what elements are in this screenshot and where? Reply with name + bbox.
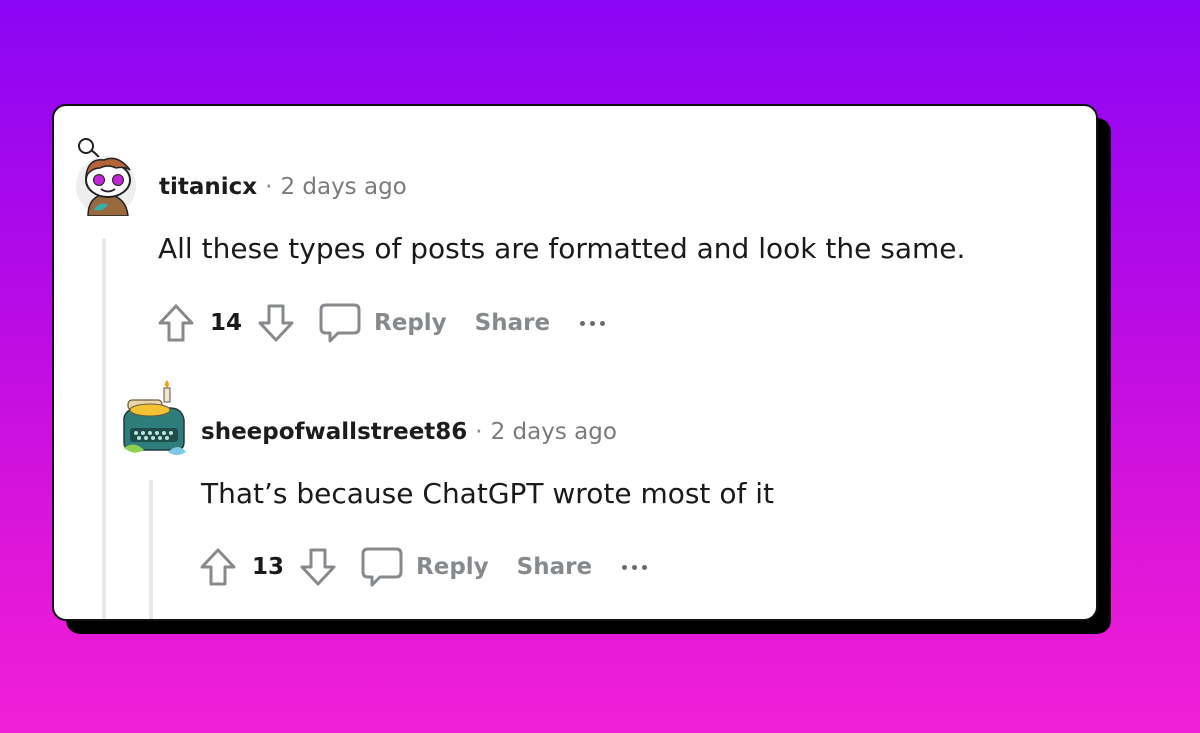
comment-body: All these types of posts are formatted a… (158, 232, 966, 265)
share-button[interactable]: Share (475, 310, 550, 336)
meta-separator: · (475, 419, 483, 445)
comment-meta: sheepofwallstreet86 · 2 days ago (201, 419, 617, 445)
downvote-arrow-icon[interactable] (296, 544, 340, 590)
comment-bubble-icon[interactable] (316, 300, 364, 346)
comment-author[interactable]: titanicx (159, 174, 257, 200)
snoo-avatar-icon[interactable] (74, 136, 138, 217)
meta-separator: · (265, 174, 273, 200)
comment-actions: 14 Reply Share (154, 300, 606, 346)
comment-actions: 13 Reply Share (196, 544, 648, 590)
more-options-icon[interactable] (580, 318, 606, 328)
typewriter-avatar-icon[interactable] (120, 378, 188, 468)
comment-author[interactable]: sheepofwallstreet86 (201, 419, 467, 445)
vote-score: 13 (252, 554, 285, 580)
comment-meta: titanicx · 2 days ago (159, 174, 407, 200)
reply-button[interactable]: Reply (416, 554, 489, 580)
comment-body: That’s because ChatGPT wrote most of it (201, 477, 774, 510)
vote-score: 14 (210, 310, 243, 336)
more-options-icon[interactable] (622, 562, 648, 572)
comment-timestamp[interactable]: 2 days ago (280, 174, 406, 200)
comment-thread-card: titanicx · 2 days ago All these types of… (52, 104, 1098, 621)
upvote-arrow-icon[interactable] (154, 300, 198, 346)
comment-bubble-icon[interactable] (358, 544, 406, 590)
comment-timestamp[interactable]: 2 days ago (491, 419, 617, 445)
upvote-arrow-icon[interactable] (196, 544, 240, 590)
downvote-arrow-icon[interactable] (254, 300, 298, 346)
thread-line[interactable] (102, 238, 106, 619)
share-button[interactable]: Share (517, 554, 592, 580)
thread-line[interactable] (149, 480, 153, 619)
reply-button[interactable]: Reply (374, 310, 447, 336)
